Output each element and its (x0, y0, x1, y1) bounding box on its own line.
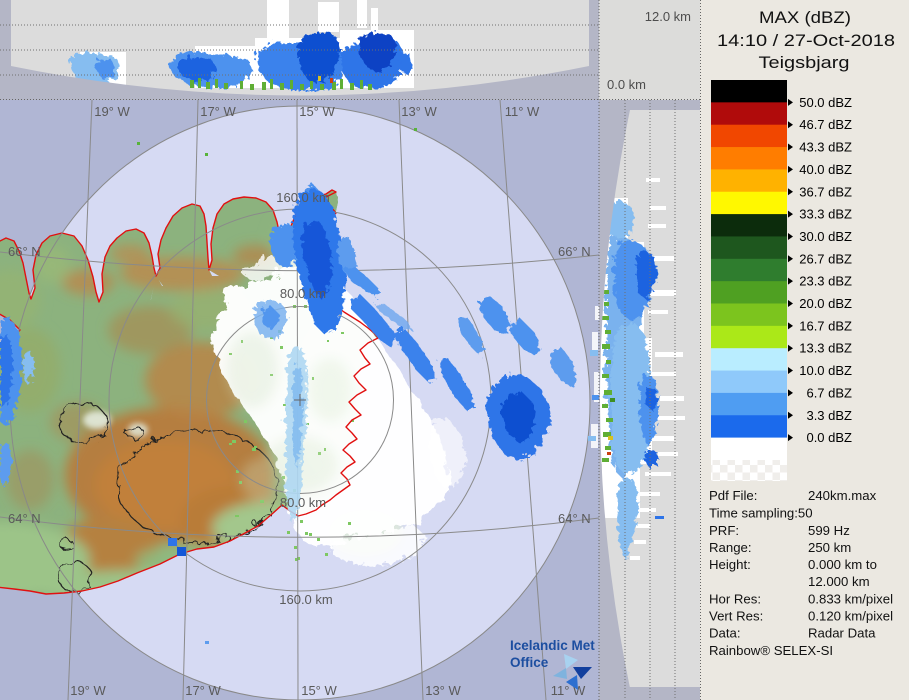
svg-text:Time sampling:50: Time sampling:50 (709, 506, 813, 521)
svg-text:33.3 dBZ: 33.3 dBZ (799, 207, 852, 222)
svg-text:0.0 km: 0.0 km (607, 77, 646, 92)
svg-text:11° W: 11° W (551, 683, 586, 698)
svg-text:Hor Res:: Hor Res: (709, 592, 761, 607)
svg-text:23.3 dBZ: 23.3 dBZ (799, 274, 852, 289)
svg-text:160.0 km: 160.0 km (276, 190, 329, 205)
svg-text:15° W: 15° W (301, 683, 337, 698)
svg-text:17° W: 17° W (200, 104, 236, 119)
svg-text:16.7 dBZ: 16.7 dBZ (799, 318, 852, 333)
svg-text:26.7 dBZ: 26.7 dBZ (799, 251, 852, 266)
svg-text:240km.max: 240km.max (808, 488, 877, 503)
svg-text:Height:: Height: (709, 557, 751, 572)
svg-text:20.0 dBZ: 20.0 dBZ (799, 296, 852, 311)
svg-text:0.000 km to: 0.000 km to (808, 557, 877, 572)
svg-text:13° W: 13° W (425, 683, 461, 698)
svg-text:Icelandic Met: Icelandic Met (510, 638, 595, 653)
svg-text:11° W: 11° W (505, 104, 540, 119)
svg-text:19° W: 19° W (70, 683, 106, 698)
svg-text:Radar Data: Radar Data (808, 626, 876, 641)
svg-text:15° W: 15° W (299, 104, 335, 119)
svg-text:12.0 km: 12.0 km (645, 9, 691, 24)
svg-text:64° N: 64° N (8, 511, 41, 526)
svg-text:13.3 dBZ: 13.3 dBZ (799, 341, 852, 356)
svg-text:160.0 km: 160.0 km (279, 592, 332, 607)
svg-text:40.0 dBZ: 40.0 dBZ (799, 162, 852, 177)
svg-text:30.0 dBZ: 30.0 dBZ (799, 229, 852, 244)
svg-text:80.0 km: 80.0 km (280, 286, 326, 301)
svg-text:43.3 dBZ: 43.3 dBZ (799, 140, 852, 155)
svg-text:64° N: 64° N (558, 511, 591, 526)
svg-text:46.7 dBZ: 46.7 dBZ (799, 117, 852, 132)
svg-text:12.000 km: 12.000 km (808, 574, 870, 589)
svg-text:250 km: 250 km (808, 540, 851, 555)
svg-text:10.0 dBZ: 10.0 dBZ (799, 363, 852, 378)
svg-text:Rainbow® SELEX-SI: Rainbow® SELEX-SI (709, 643, 833, 658)
svg-text:0.833 km/pixel: 0.833 km/pixel (808, 592, 893, 607)
svg-text:17° W: 17° W (185, 683, 221, 698)
svg-text:6.7 dBZ: 6.7 dBZ (806, 385, 852, 400)
svg-text:50.0 dBZ: 50.0 dBZ (799, 95, 852, 110)
svg-text:3.3 dBZ: 3.3 dBZ (806, 408, 852, 423)
svg-text:Office: Office (510, 655, 549, 670)
svg-text:0.120 km/pixel: 0.120 km/pixel (808, 609, 893, 624)
svg-text:Pdf File:: Pdf File: (709, 488, 757, 503)
svg-text:0.0 dBZ: 0.0 dBZ (806, 430, 852, 445)
svg-text:MAX (dBZ): MAX (dBZ) (759, 9, 851, 27)
svg-text:14:10 / 27-Oct-2018: 14:10 / 27-Oct-2018 (717, 32, 895, 50)
svg-text:80.0 km: 80.0 km (280, 495, 326, 510)
svg-text:Vert Res:: Vert Res: (709, 609, 763, 624)
svg-text:19° W: 19° W (94, 104, 130, 119)
svg-text:13° W: 13° W (401, 104, 437, 119)
svg-text:36.7 dBZ: 36.7 dBZ (799, 184, 852, 199)
svg-text:PRF:: PRF: (709, 523, 739, 538)
svg-text:66° N: 66° N (8, 244, 41, 259)
svg-text:Range:: Range: (709, 540, 752, 555)
svg-text:Teigsbjarg: Teigsbjarg (759, 54, 850, 72)
svg-text:Data:: Data: (709, 626, 741, 641)
svg-text:66° N: 66° N (558, 244, 591, 259)
svg-text:599 Hz: 599 Hz (808, 523, 850, 538)
